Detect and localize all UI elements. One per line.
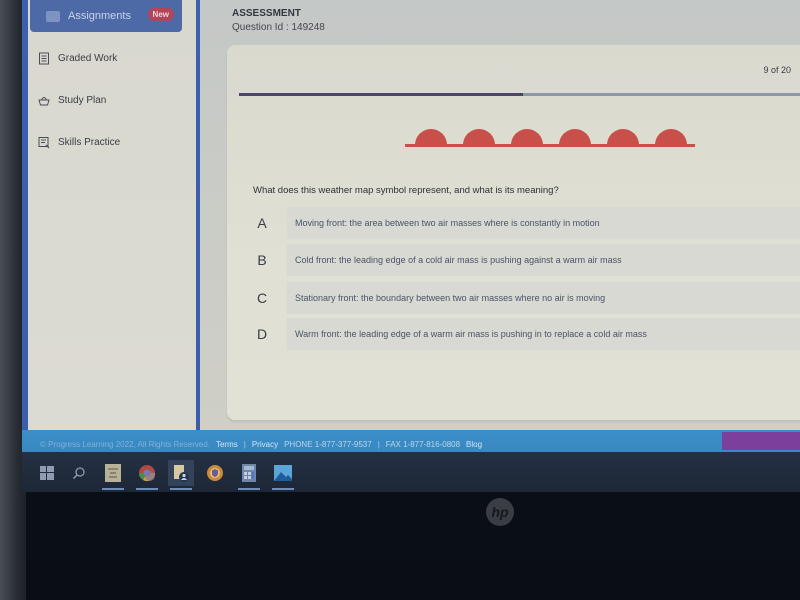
user-file-icon (174, 465, 189, 482)
taskbar-user-files[interactable] (168, 460, 194, 490)
taskbar-chrome[interactable] (134, 460, 160, 490)
worksheet-icon (38, 136, 50, 149)
privacy-link[interactable]: Privacy (252, 440, 278, 449)
sidebar-item-skills-practice[interactable]: Skills Practice (38, 136, 120, 149)
new-badge: New (147, 8, 174, 21)
running-indicator (102, 488, 124, 490)
warm-front-semicircle (559, 129, 591, 145)
sidebar-item-label: Graded Work (58, 53, 118, 64)
basket-icon (38, 94, 50, 107)
sidebar-item-label: Skills Practice (58, 137, 121, 148)
copyright-text: © Progress Learning 2022, All Rights Res… (40, 440, 210, 449)
photos-icon (274, 465, 292, 481)
start-button[interactable] (34, 460, 60, 486)
option-letter: B (257, 252, 267, 268)
warm-front-symbol-image (405, 129, 695, 147)
question-card: 9 of 20 What does this weather map symbo… (227, 45, 800, 420)
chrome-icon (138, 465, 156, 482)
sidebar-item-label: Assignments (68, 10, 131, 22)
hp-logo: hp (486, 498, 514, 526)
laptop-screen: Assignments New Graded Work Study Plan S… (22, 0, 800, 492)
question-prompt: What does this weather map symbol repres… (253, 185, 559, 196)
windows-icon (40, 466, 54, 480)
progress-bar-fill (239, 93, 523, 96)
progress-bar (239, 93, 800, 96)
option-text: Cold front: the leading edge of a cold a… (287, 244, 800, 276)
taskbar-photos[interactable] (270, 460, 296, 490)
front-line (405, 144, 695, 147)
warm-front-semicircle (655, 129, 687, 145)
sidebar-item-graded-work[interactable]: Graded Work (38, 52, 117, 65)
shield-browser-icon (207, 465, 223, 481)
option-text: Warm front: the leading edge of a warm a… (287, 318, 800, 350)
search-icon (72, 467, 85, 480)
running-indicator (272, 488, 294, 490)
footer: © Progress Learning 2022, All Rights Res… (22, 430, 800, 452)
option-letter: D (256, 326, 268, 342)
option-text: Stationary front: the boundary between t… (287, 282, 800, 314)
blog-link[interactable]: Blog (466, 440, 482, 449)
running-indicator (170, 488, 192, 490)
warm-front-semicircle (415, 129, 447, 145)
main-content: ASSESSMENT Question Id : 149248 9 of 20 … (200, 0, 800, 430)
taskbar-calculator[interactable] (236, 460, 262, 490)
option-letter: C (256, 290, 268, 306)
taskbar (22, 452, 800, 492)
fax-number: FAX 1-877-816-0808 (385, 440, 461, 449)
taskbar-browser[interactable] (202, 460, 228, 486)
phone-number: PHONE 1-877-377-9537 (284, 440, 372, 449)
warm-front-semicircle (511, 129, 543, 145)
sidebar-item-assignments[interactable]: Assignments New (30, 0, 182, 32)
calculator-icon (242, 464, 256, 482)
answer-option-d[interactable]: D Warm front: the leading edge of a warm… (237, 318, 800, 350)
footer-links: © Progress Learning 2022, All Rights Res… (40, 440, 482, 449)
question-id: Question Id : 149248 (232, 22, 325, 33)
separator: | (243, 440, 246, 449)
answer-option-c[interactable]: C Stationary front: the boundary between… (237, 282, 800, 314)
sidebar: Assignments New Graded Work Study Plan S… (28, 0, 196, 430)
terms-link[interactable]: Terms (216, 440, 238, 449)
briefcase-icon (46, 10, 60, 22)
answer-option-a[interactable]: A Moving front: the area between two air… (237, 207, 800, 239)
sidebar-item-study-plan[interactable]: Study Plan (38, 94, 106, 107)
footer-accent-block (722, 432, 800, 450)
taskbar-terms-of-use[interactable] (100, 460, 126, 490)
running-indicator (136, 488, 158, 490)
warm-front-semicircle (607, 129, 639, 145)
search-button[interactable] (66, 460, 92, 486)
photo-scene: Assignments New Graded Work Study Plan S… (0, 0, 800, 600)
running-indicator (238, 488, 260, 490)
question-counter: 9 of 20 (763, 65, 791, 75)
option-letter: A (257, 215, 267, 231)
page-title: ASSESSMENT (232, 8, 301, 19)
separator: | (377, 440, 380, 449)
clipboard-icon (38, 52, 50, 65)
option-text: Moving front: the area between two air m… (287, 207, 800, 239)
terms-of-use-icon (105, 464, 121, 482)
answer-option-b[interactable]: B Cold front: the leading edge of a cold… (237, 244, 800, 276)
warm-front-semicircle (463, 129, 495, 145)
sidebar-item-label: Study Plan (58, 95, 107, 106)
